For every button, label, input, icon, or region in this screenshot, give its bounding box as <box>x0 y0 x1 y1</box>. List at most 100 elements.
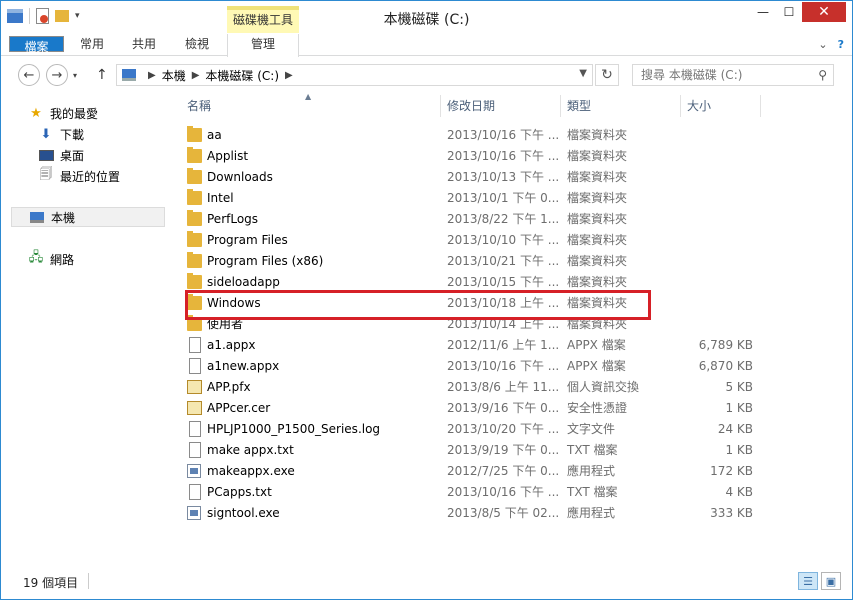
file-row[interactable]: PCapps.txt 2013/10/16 下午 ... TXT 檔案 4 KB <box>177 482 777 503</box>
help-icon[interactable]: ? <box>838 38 844 51</box>
file-name: a1.appx <box>207 338 256 352</box>
file-icon <box>189 337 201 353</box>
file-size: 24 KB <box>717 422 753 436</box>
expand-ribbon-icon[interactable]: ⌄ <box>818 38 827 51</box>
column-header-name[interactable]: 名稱 <box>181 93 441 117</box>
nav-desktop[interactable]: 桌面 <box>38 145 84 165</box>
nav-recent[interactable]: 🗐 最近的位置 <box>38 166 121 186</box>
exe-icon <box>187 464 201 478</box>
file-date: 2013/10/13 下午 ... <box>447 170 560 184</box>
file-type: 檔案資料夾 <box>567 191 628 205</box>
refresh-button[interactable]: ↻ <box>595 64 619 86</box>
file-date: 2013/9/19 下午 0... <box>447 443 560 457</box>
file-date: 2013/9/16 下午 0... <box>447 401 560 415</box>
file-row[interactable]: APPcer.cer 2013/9/16 下午 0... 安全性憑證 1 KB <box>177 398 777 419</box>
nav-label: 下載 <box>60 127 85 142</box>
file-row[interactable]: Downloads 2013/10/13 下午 ... 檔案資料夾 <box>177 167 777 188</box>
file-row[interactable]: Applist 2013/10/16 下午 ... 檔案資料夾 <box>177 146 777 167</box>
file-type: TXT 檔案 <box>567 443 618 457</box>
file-type: 個人資訊交換 <box>567 380 640 394</box>
column-header-size[interactable]: 大小 <box>681 93 759 117</box>
file-name: Program Files <box>207 233 288 247</box>
chevron-right-icon[interactable]: ▶ <box>192 70 200 81</box>
file-row[interactable]: PerfLogs 2013/8/22 下午 1... 檔案資料夾 <box>177 209 777 230</box>
nav-label: 本機 <box>51 210 76 225</box>
file-row[interactable]: Intel 2013/10/1 下午 0... 檔案資料夾 <box>177 188 777 209</box>
file-row[interactable]: HPLJP1000_P1500_Series.log 2013/10/20 下午 … <box>177 419 777 440</box>
back-button[interactable]: ← <box>18 64 40 86</box>
file-row[interactable]: make appx.txt 2013/9/19 下午 0... TXT 檔案 1 KB <box>177 440 777 461</box>
folder-icon <box>187 147 202 163</box>
column-header-date[interactable]: 修改日期 <box>441 93 561 117</box>
window-title: 本機磁碟 (C:) <box>383 12 470 28</box>
up-button[interactable]: ↑ <box>96 67 108 83</box>
tab-share[interactable]: 共用 <box>119 34 169 56</box>
column-header-type[interactable]: 類型 <box>561 93 679 117</box>
forward-button[interactable]: → <box>46 64 68 86</box>
tab-home[interactable]: 常用 <box>67 34 117 56</box>
tab-file[interactable]: 檔案 <box>9 36 64 54</box>
file-size: 4 KB <box>725 485 753 499</box>
forward-arrow-icon: → <box>51 67 63 83</box>
file-date: 2013/8/22 下午 1... <box>447 212 560 226</box>
file-date: 2013/10/20 下午 ... <box>447 422 560 436</box>
file-name: APPcer.cer <box>207 401 271 415</box>
file-row[interactable]: makeappx.exe 2012/7/25 下午 0... 應用程式 172 KB <box>177 461 777 482</box>
file-size <box>683 125 753 146</box>
search-icon: ⚲ <box>818 68 827 82</box>
file-row[interactable]: Program Files 2013/10/10 下午 ... 檔案資料夾 <box>177 230 777 251</box>
maximize-icon[interactable]: ☐ <box>776 2 802 22</box>
nav-this-pc[interactable]: 本機 <box>11 207 165 227</box>
close-icon[interactable]: ✕ <box>802 2 846 22</box>
file-size <box>683 314 753 335</box>
file-size: 5 KB <box>725 380 753 394</box>
file-size <box>683 167 753 188</box>
recent-locations-icon[interactable]: ▾ <box>73 71 77 80</box>
folder-icon <box>187 126 202 142</box>
recent-places-icon: 🗐 <box>39 167 53 182</box>
file-name: APP.pfx <box>207 380 251 394</box>
file-size <box>683 230 753 251</box>
file-row[interactable]: APP.pfx 2013/8/6 上午 11... 個人資訊交換 5 KB <box>177 377 777 398</box>
file-type: 應用程式 <box>567 464 616 478</box>
chevron-right-icon[interactable]: ▶ <box>148 70 156 81</box>
tab-view[interactable]: 檢視 <box>171 34 223 56</box>
breadcrumb-this-pc[interactable]: 本機 <box>162 67 186 84</box>
file-size: 1 KB <box>725 401 753 415</box>
file-name: Downloads <box>207 170 273 184</box>
nav-label: 我的最愛 <box>50 106 99 121</box>
file-row[interactable]: a1new.appx 2013/10/16 下午 ... APPX 檔案 6,870 … <box>177 356 777 377</box>
large-icons-view-button[interactable]: ▣ <box>821 572 841 590</box>
nav-network[interactable]: 🖧 網路 <box>28 249 74 269</box>
file-icon <box>189 421 201 437</box>
file-row[interactable]: a1.appx 2012/11/6 上午 1... APPX 檔案 6,789 KB <box>177 335 777 356</box>
file-type: APPX 檔案 <box>567 359 626 373</box>
address-bar[interactable]: ▶ 本機 ▶ 本機磁碟 (C:) ▶ ▼ <box>116 64 593 86</box>
file-date: 2013/10/16 下午 ... <box>447 128 560 142</box>
file-name: PerfLogs <box>207 212 259 226</box>
tab-manage[interactable]: 管理 <box>227 34 299 57</box>
details-view-button[interactable]: ☰ <box>798 572 818 590</box>
computer-icon <box>29 210 45 224</box>
chevron-right-icon[interactable]: ▶ <box>285 70 293 81</box>
file-type: 檔案資料夾 <box>567 212 628 226</box>
highlight-box <box>185 290 651 320</box>
breadcrumb-local-disk[interactable]: 本機磁碟 (C:) <box>205 67 279 84</box>
file-date: 2013/8/6 上午 11... <box>447 380 560 394</box>
certificate-icon <box>187 380 202 394</box>
star-icon: ★ <box>30 105 42 121</box>
column-divider[interactable] <box>760 95 761 117</box>
nav-downloads[interactable]: ⬇ 下載 <box>38 124 84 144</box>
file-date: 2013/10/16 下午 ... <box>447 149 560 163</box>
file-date: 2013/8/5 下午 02... <box>447 506 560 520</box>
nav-favorites[interactable]: ★ 我的最愛 <box>28 103 98 123</box>
address-dropdown-icon[interactable]: ▼ <box>579 68 587 79</box>
file-name: signtool.exe <box>207 506 280 520</box>
window-controls: — ☐ ✕ <box>750 2 846 22</box>
minimize-icon[interactable]: — <box>750 2 776 22</box>
file-row[interactable]: Program Files (x86) 2013/10/21 下午 ... 檔案資料… <box>177 251 777 272</box>
file-type: 檔案資料夾 <box>567 149 628 163</box>
search-input[interactable]: 搜尋 本機磁碟 (C:) ⚲ <box>632 64 834 86</box>
file-row[interactable]: signtool.exe 2013/8/5 下午 02... 應用程式 333 KB <box>177 503 777 524</box>
file-row[interactable]: aa 2013/10/16 下午 ... 檔案資料夾 <box>177 125 777 146</box>
